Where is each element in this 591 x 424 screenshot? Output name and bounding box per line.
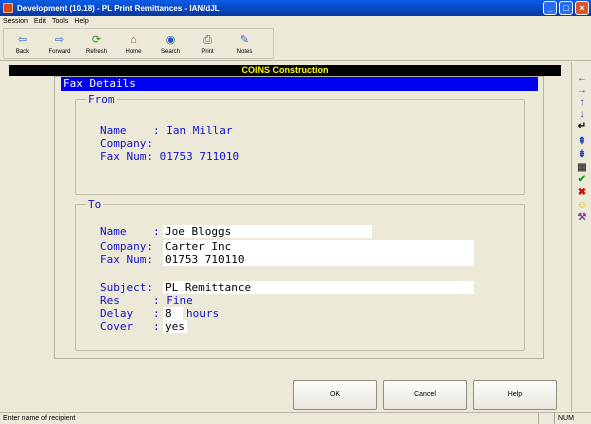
app-icon — [3, 3, 13, 13]
cancel-button[interactable]: Cancel — [383, 380, 467, 410]
window-controls: _ □ × — [543, 1, 589, 15]
subject-field[interactable]: PL Remittance — [163, 281, 474, 294]
search-label: Search — [160, 48, 180, 55]
search-button[interactable]: ◉ Search — [152, 29, 189, 60]
delay-unit: hours — [186, 307, 220, 320]
notes-label: Notes — [236, 48, 253, 55]
panel-title: Fax Details — [61, 77, 538, 91]
cover-field[interactable]: yes — [163, 320, 187, 333]
menu-edit[interactable]: Edit — [31, 18, 49, 25]
close-button[interactable]: × — [575, 1, 589, 15]
ok-button[interactable]: OK — [293, 380, 377, 410]
num-lock-indicator: NUM — [554, 413, 574, 424]
page-up-icon[interactable]: ⇞ — [576, 137, 588, 147]
title-bar[interactable]: Development (10.18) - PL Print Remittanc… — [0, 0, 591, 16]
to-company-field[interactable]: Carter Inc — [163, 240, 474, 253]
from-fax-row: Fax Num: 01753 711010 — [100, 150, 239, 163]
minimize-button[interactable]: _ — [543, 1, 557, 15]
window-title: Development (10.18) - PL Print Remittanc… — [17, 3, 220, 13]
right-icon-bar: ← → ↑ ↓ ↵ ⇞ ⇟ ▦ ✔ ✖ ☺ ⚒ — [571, 62, 591, 412]
to-fax-field[interactable]: 01753 710110 — [163, 253, 474, 266]
forward-arrow-icon: ⇨ — [54, 33, 65, 46]
maximize-button[interactable]: □ — [559, 1, 573, 15]
refresh-button[interactable]: ⟳ Refresh — [78, 29, 115, 60]
menu-tools[interactable]: Tools — [49, 18, 71, 25]
home-icon: ⌂ — [130, 33, 137, 46]
arrow-left-icon[interactable]: ← — [576, 74, 588, 84]
arrow-down-icon[interactable]: ↓ — [576, 110, 588, 120]
page-down-icon[interactable]: ⇟ — [576, 150, 588, 160]
status-panel-blank — [538, 413, 554, 424]
tools-icon[interactable]: ⚒ — [576, 213, 588, 223]
res-row: Res : Fine — [100, 294, 193, 307]
res-value: Fine — [166, 294, 193, 307]
search-icon: ◉ — [165, 33, 176, 46]
status-message: Enter name of recipient — [3, 415, 76, 422]
from-company-row: Company: — [100, 137, 160, 150]
from-company-label: Company: — [100, 137, 160, 150]
forward-label: Forward — [48, 48, 71, 55]
main-area: COINS Construction Fax Details From Name… — [0, 62, 571, 412]
from-group: From Name : Ian Millar Company: Fax Num:… — [75, 93, 525, 195]
back-button[interactable]: ⇦ Back — [4, 29, 41, 60]
print-icon: ⎙ — [203, 33, 212, 46]
notes-icon: ✎ — [239, 33, 250, 46]
print-label: Print — [201, 48, 214, 55]
tick-icon[interactable]: ✔ — [576, 175, 588, 185]
calculator-icon[interactable]: ▦ — [576, 163, 588, 173]
from-name-label: Name : — [100, 124, 167, 137]
company-header: COINS Construction — [9, 65, 561, 76]
arrow-up-icon[interactable]: ↑ — [576, 98, 588, 108]
res-label: Res : — [100, 294, 167, 307]
toolbar: ⇦ Back ⇨ Forward ⟳ Refresh ⌂ Home ◉ Sear… — [0, 27, 591, 61]
application-window: Development (10.18) - PL Print Remittanc… — [0, 0, 591, 424]
to-fax-label: Fax Num: — [100, 253, 153, 266]
from-name-row: Name : Ian Millar — [100, 124, 232, 137]
print-button[interactable]: ⎙ Print — [189, 29, 226, 60]
notes-button[interactable]: ✎ Notes — [226, 29, 263, 60]
forward-button[interactable]: ⇨ Forward — [41, 29, 78, 60]
to-name-label: Name : — [100, 225, 160, 238]
to-delay-label: Delay : — [100, 307, 160, 320]
menu-help[interactable]: Help — [71, 18, 91, 25]
toolbar-group: ⇦ Back ⇨ Forward ⟳ Refresh ⌂ Home ◉ Sear… — [3, 28, 274, 59]
to-group: To Name : Joe Bloggs Company: Carter Inc… — [75, 198, 525, 351]
from-fax-value: 01753 711010 — [159, 150, 240, 163]
from-name-value: Ian Millar — [166, 124, 233, 137]
fax-details-panel: Fax Details From Name : Ian Millar Compa… — [54, 76, 544, 359]
smiley-icon[interactable]: ☺ — [576, 201, 588, 211]
back-label: Back — [15, 48, 30, 55]
refresh-label: Refresh — [85, 48, 107, 55]
refresh-icon: ⟳ — [91, 33, 102, 46]
to-cover-label: Cover : — [100, 320, 160, 333]
to-company-label: Company: — [100, 240, 153, 253]
delay-field[interactable]: 8 — [163, 307, 183, 320]
menu-bar: Session Edit Tools Help — [0, 16, 591, 27]
to-name-field[interactable]: Joe Bloggs — [163, 225, 372, 238]
from-legend: From — [86, 93, 117, 106]
home-button[interactable]: ⌂ Home — [115, 29, 152, 60]
back-arrow-icon: ⇦ — [17, 33, 28, 46]
cross-icon[interactable]: ✖ — [576, 188, 588, 198]
from-fax-label: Fax Num: — [100, 150, 160, 163]
menu-session[interactable]: Session — [0, 18, 31, 25]
to-subject-label: Subject: — [100, 281, 153, 294]
help-button[interactable]: Help — [473, 380, 557, 410]
to-legend: To — [86, 198, 104, 211]
arrow-right-icon[interactable]: → — [576, 86, 588, 96]
status-bar: Enter name of recipient NUM — [0, 412, 591, 424]
home-label: Home — [125, 48, 142, 55]
enter-icon[interactable]: ↵ — [576, 122, 588, 132]
